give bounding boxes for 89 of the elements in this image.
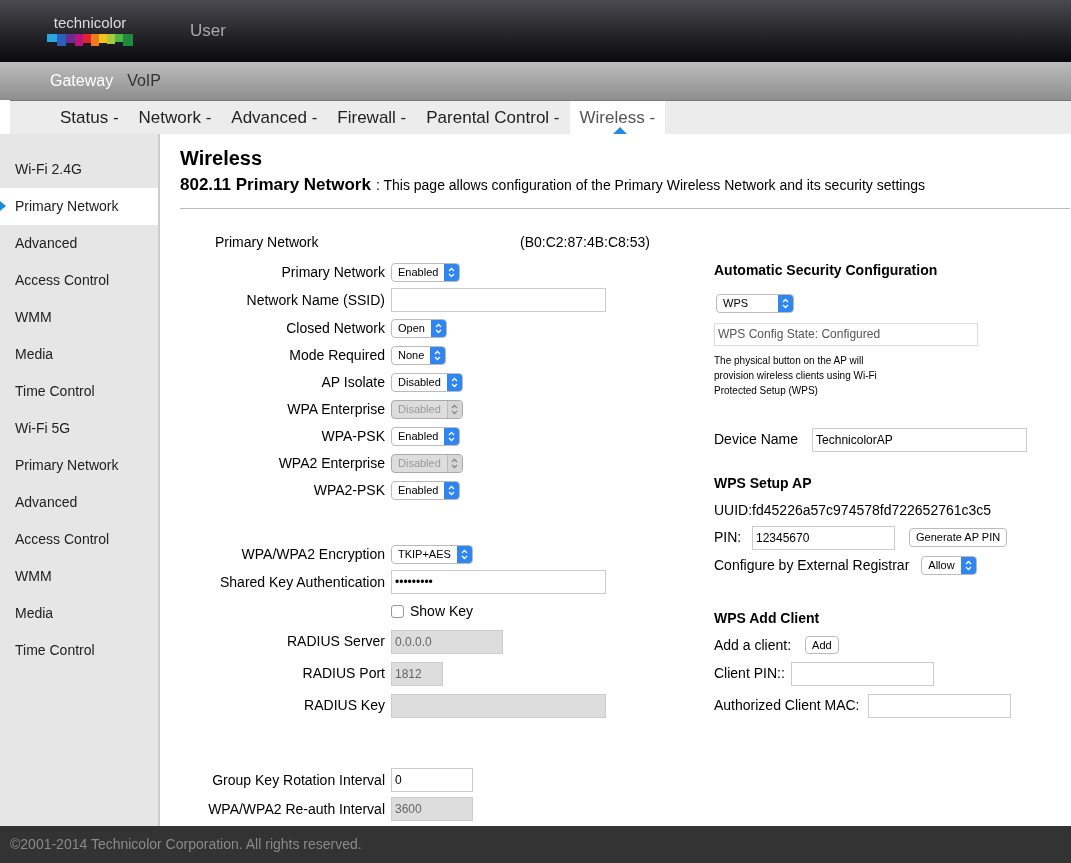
uuid-text: UUID:fd45226a57c974578fd722652761c3c5: [714, 500, 993, 520]
section-heading: Automatic Security Configuration: [714, 260, 939, 280]
field-label: WPA2-PSK: [312, 480, 385, 500]
add-button[interactable]: Add: [805, 636, 839, 654]
sidebar-item[interactable]: Media: [0, 336, 158, 373]
menu-tab[interactable]: Wireless -: [569, 101, 666, 134]
sidebar-item[interactable]: Media: [0, 595, 158, 632]
sidebar-item[interactable]: Advanced: [0, 225, 158, 262]
menu-tab[interactable]: Firewall -: [327, 101, 417, 134]
dropdown[interactable]: Disabled: [391, 372, 463, 392]
logo-text: technicolor: [53, 15, 127, 30]
password-field[interactable]: •••••••••: [391, 570, 606, 594]
page-description: : This page allows configuration of the Primary Wireless Network and its security settings: [375, 176, 925, 195]
field-label: Authorized Client MAC:: [714, 696, 860, 715]
section-label: Primary Network: [215, 233, 320, 252]
sidebar-item[interactable]: Time Control: [0, 373, 158, 410]
sidebar-item[interactable]: Access Control: [0, 521, 158, 558]
sidebar-item[interactable]: Primary Network: [0, 188, 158, 225]
field-label: Closed Network: [285, 318, 385, 338]
field-label: WPA2 Enterprise: [277, 453, 385, 473]
input-field[interactable]: [867, 693, 1011, 718]
section-heading: WPS Setup AP: [714, 473, 813, 493]
field-label: RADIUS Key: [303, 696, 385, 715]
up-down-arrows-icon: [434, 322, 442, 334]
dropdown[interactable]: None: [391, 345, 447, 365]
checkbox-label: Show Key: [410, 601, 474, 621]
sidebar-item[interactable]: WMM: [0, 558, 158, 595]
dropdown[interactable]: Enabled: [391, 480, 461, 500]
field-label: Primary Network: [280, 262, 385, 282]
page-subtitle: 802.11 Primary Network: [180, 174, 371, 196]
wps-note: The physical button on the AP will provision wireless clients using Wi-Fi Protected Setup (WPS): [714, 353, 878, 398]
field-label: WPA/WPA2 Encryption: [240, 544, 385, 564]
field-label: RADIUS Server: [285, 632, 385, 651]
dropdown[interactable]: Enabled: [391, 262, 461, 282]
sidebar-item[interactable]: Wi-Fi 5G: [0, 410, 158, 447]
field-label: Client PIN::: [714, 664, 785, 683]
menu-tab[interactable]: Advanced -: [221, 101, 328, 134]
input-field[interactable]: 12345670: [752, 525, 895, 550]
color-blocks-icon: [47, 32, 133, 47]
up-down-arrows-icon: [450, 376, 458, 388]
menu-tab[interactable]: Network -: [128, 101, 222, 134]
field-label: AP Isolate: [320, 372, 385, 392]
up-down-arrows-icon: [782, 297, 789, 309]
field-label: WPA/WPA2 Re-auth Interval: [207, 799, 385, 819]
field-label: PIN:: [714, 528, 743, 547]
status-field: WPS Config State: Configured: [714, 322, 978, 346]
sidebar-item[interactable]: Time Control: [0, 632, 158, 669]
menu-tab[interactable]: Parental Control -: [416, 101, 570, 134]
mac-address: (B0:C2:87:4B:C8:53): [520, 233, 650, 252]
field-label: Network Name (SSID): [245, 290, 385, 310]
dropdown[interactable]: WPS: [716, 293, 794, 313]
top-nav-link[interactable]: VoIP: [127, 69, 161, 93]
generate-pin-button[interactable]: Generate AP PIN: [909, 528, 1008, 547]
sidebar-item[interactable]: Wi-Fi 2.4G: [0, 151, 158, 188]
up-down-arrows-icon: [448, 430, 456, 442]
sidebar-item[interactable]: WMM: [0, 299, 158, 336]
page-title: Wireless: [180, 146, 264, 170]
user-label[interactable]: User: [190, 18, 226, 44]
field-label: Shared Key Authentication: [219, 572, 385, 592]
input-field[interactable]: [391, 288, 606, 312]
dropdown[interactable]: Enabled: [391, 426, 461, 446]
copyright-text: ©2001-2014 Technicolor Corporation. All rights reserved.: [10, 835, 362, 854]
field-label: WPA-PSK: [320, 426, 385, 446]
checkbox[interactable]: [391, 604, 404, 618]
up-down-arrows-icon: [448, 266, 456, 278]
menu-tab[interactable]: Status -: [50, 101, 129, 134]
up-down-arrows-icon: [451, 403, 459, 415]
field-label: Mode Required: [288, 345, 385, 365]
field-label: Device Name: [714, 430, 799, 449]
up-down-arrows-icon: [451, 457, 459, 469]
dropdown[interactable]: TKIP+AES: [391, 544, 473, 564]
field-label: RADIUS Port: [301, 664, 385, 683]
sidebar-item[interactable]: Primary Network: [0, 447, 158, 484]
field-label: Configure by External Registrar: [714, 555, 910, 575]
section-heading: WPS Add Client: [714, 608, 821, 628]
sidebar-item[interactable]: Access Control: [0, 262, 158, 299]
up-down-arrows-icon: [434, 349, 442, 361]
input-field[interactable]: 0: [391, 768, 473, 792]
input-field[interactable]: [790, 661, 934, 686]
field-label: Group Key Rotation Interval: [211, 770, 385, 790]
up-down-arrows-icon: [448, 484, 456, 496]
up-down-arrows-icon: [964, 559, 972, 571]
field-label: Add a client:: [714, 635, 792, 655]
dropdown[interactable]: Allow: [921, 555, 977, 575]
field-label: WPA Enterprise: [286, 399, 385, 419]
sidebar-item[interactable]: Advanced: [0, 484, 158, 521]
input-field[interactable]: TechnicolorAP: [812, 427, 1028, 452]
up-down-arrows-icon: [460, 548, 468, 560]
dropdown[interactable]: Open: [391, 318, 447, 338]
